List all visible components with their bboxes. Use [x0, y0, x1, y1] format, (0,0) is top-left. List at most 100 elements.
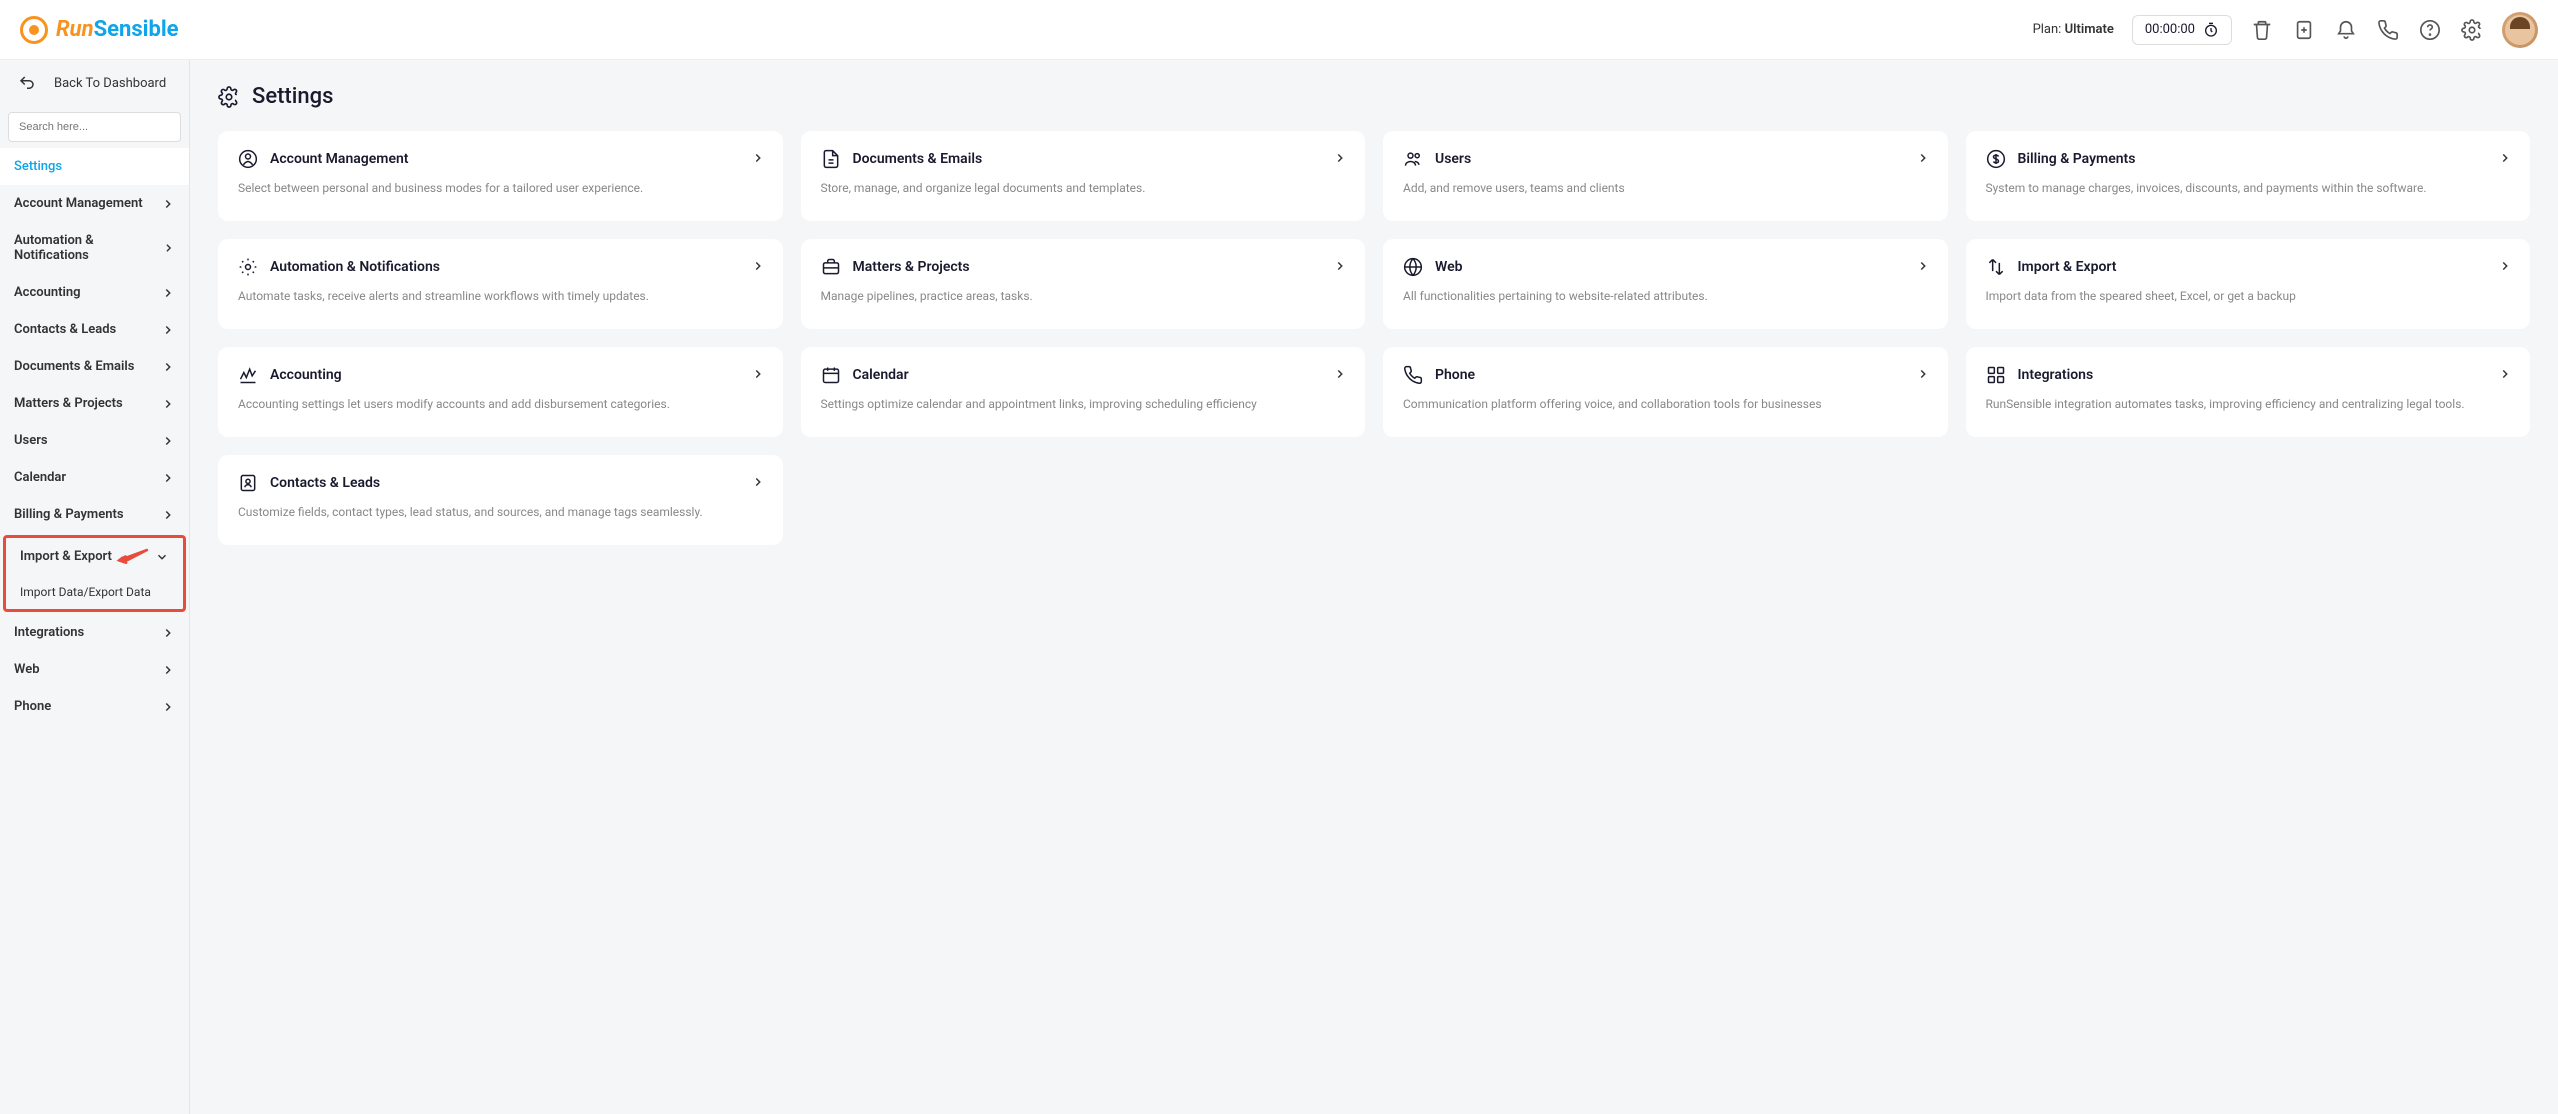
page-head: Settings [218, 84, 2530, 109]
card-web[interactable]: Web All functionalities pertaining to we… [1383, 239, 1948, 329]
chevron-right-icon [751, 151, 765, 165]
sidebar-item-web[interactable]: Web [0, 651, 189, 688]
chevron-right-icon [161, 434, 175, 448]
logo-text: RunSensible [56, 17, 179, 42]
card-title: Calendar [853, 367, 909, 383]
transfer-icon [1986, 257, 2006, 277]
sidebar-item-users[interactable]: Users [0, 422, 189, 459]
chevron-right-icon [161, 508, 175, 522]
card-title: Contacts & Leads [270, 475, 380, 491]
globe-icon [1403, 257, 1423, 277]
card-documents-emails[interactable]: Documents & Emails Store, manage, and or… [801, 131, 1366, 221]
sidebar-item-label: Account Management [14, 196, 143, 211]
logo[interactable]: RunSensible [20, 16, 179, 44]
notification-icon[interactable] [2334, 18, 2358, 42]
chevron-right-icon [162, 241, 175, 255]
card-head: Web [1403, 257, 1928, 277]
briefcase-icon [821, 257, 841, 277]
sidebar-item-label: Automation & Notifications [14, 233, 162, 263]
card-contacts-leads[interactable]: Contacts & Leads Customize fields, conta… [218, 455, 783, 545]
card-users[interactable]: Users Add, and remove users, teams and c… [1383, 131, 1948, 221]
sidebar-item-label: Phone [14, 699, 51, 714]
timer[interactable]: 00:00:00 [2132, 15, 2232, 45]
card-desc: Select between personal and business mod… [238, 179, 763, 197]
phone-header-icon[interactable] [2376, 18, 2400, 42]
sidebar-item-settings[interactable]: Settings [0, 148, 189, 185]
sidebar-item-matters[interactable]: Matters & Projects [0, 385, 189, 422]
chevron-right-icon [1916, 367, 1930, 381]
chevron-right-icon [161, 323, 175, 337]
annotation-highlight: Import & Export Import Data/Export Data [3, 535, 186, 612]
card-title: Import & Export [2018, 259, 2117, 275]
card-import-export[interactable]: Import & Export Import data from the spe… [1966, 239, 2531, 329]
sidebar-item-label: Matters & Projects [14, 396, 123, 411]
sidebar-item-account-management[interactable]: Account Management [0, 185, 189, 222]
sidebar-sub-import-data[interactable]: Import Data/Export Data [6, 575, 183, 609]
card-desc: Accounting settings let users modify acc… [238, 395, 763, 413]
back-label: Back To Dashboard [54, 76, 166, 91]
sidebar-item-automation[interactable]: Automation & Notifications [0, 222, 189, 274]
chevron-right-icon [1333, 367, 1347, 381]
integrations-icon [1986, 365, 2006, 385]
sidebar-sub-label: Import Data/Export Data [20, 585, 151, 599]
search-box [8, 112, 181, 142]
header-right: Plan: Ultimate 00:00:00 [2033, 12, 2538, 48]
chevron-right-icon [1916, 259, 1930, 273]
card-desc: Settings optimize calendar and appointme… [821, 395, 1346, 413]
card-head: Users [1403, 149, 1928, 169]
card-desc: Add, and remove users, teams and clients [1403, 179, 1928, 197]
sidebar-item-import-export[interactable]: Import & Export [6, 538, 183, 575]
sidebar-item-calendar[interactable]: Calendar [0, 459, 189, 496]
help-icon[interactable] [2418, 18, 2442, 42]
add-document-icon[interactable] [2292, 18, 2316, 42]
card-head: Integrations [1986, 365, 2511, 385]
chevron-right-icon [161, 360, 175, 374]
card-head: Automation & Notifications [238, 257, 763, 277]
avatar[interactable] [2502, 12, 2538, 48]
plan-value: Ultimate [2065, 22, 2114, 37]
sidebar-item-label: Contacts & Leads [14, 322, 116, 337]
sidebar-item-label: Calendar [14, 470, 66, 485]
card-billing-payments[interactable]: Billing & Payments System to manage char… [1966, 131, 2531, 221]
card-title: Billing & Payments [2018, 151, 2136, 167]
chevron-right-icon [1333, 151, 1347, 165]
card-desc: All functionalities pertaining to websit… [1403, 287, 1928, 305]
card-desc: Communication platform offering voice, a… [1403, 395, 1928, 413]
card-desc: RunSensible integration automates tasks,… [1986, 395, 2511, 413]
card-desc: Manage pipelines, practice areas, tasks. [821, 287, 1346, 305]
layout: Back To Dashboard Settings Account Manag… [0, 60, 2558, 1114]
search-input[interactable] [8, 112, 181, 142]
sidebar-item-documents[interactable]: Documents & Emails [0, 348, 189, 385]
card-calendar[interactable]: Calendar Settings optimize calendar and … [801, 347, 1366, 437]
sidebar-item-integrations[interactable]: Integrations [0, 614, 189, 651]
card-matters-projects[interactable]: Matters & Projects Manage pipelines, pra… [801, 239, 1366, 329]
sidebar-item-phone[interactable]: Phone [0, 688, 189, 725]
sidebar-item-accounting[interactable]: Accounting [0, 274, 189, 311]
sidebar-settings-label: Settings [14, 159, 62, 174]
sidebar-item-label: Import & Export [20, 549, 112, 564]
card-phone[interactable]: Phone Communication platform offering vo… [1383, 347, 1948, 437]
settings-header-icon[interactable] [2460, 18, 2484, 42]
card-account-management[interactable]: Account Management Select between person… [218, 131, 783, 221]
card-desc: System to manage charges, invoices, disc… [1986, 179, 2511, 197]
dollar-icon [1986, 149, 2006, 169]
page-title: Settings [252, 84, 333, 109]
card-desc: Automate tasks, receive alerts and strea… [238, 287, 763, 305]
trash-icon[interactable] [2250, 18, 2274, 42]
chevron-right-icon [751, 259, 765, 273]
chevron-right-icon [161, 197, 175, 211]
card-title: Integrations [2018, 367, 2094, 383]
sidebar-item-billing[interactable]: Billing & Payments [0, 496, 189, 533]
card-title: Users [1435, 151, 1471, 167]
card-desc: Customize fields, contact types, lead st… [238, 503, 763, 521]
card-title: Phone [1435, 367, 1475, 383]
card-accounting[interactable]: Accounting Accounting settings let users… [218, 347, 783, 437]
logo-icon [20, 16, 48, 44]
back-to-dashboard[interactable]: Back To Dashboard [0, 60, 189, 106]
user-circle-icon [238, 149, 258, 169]
chevron-down-icon [155, 550, 169, 564]
card-integrations[interactable]: Integrations RunSensible integration aut… [1966, 347, 2531, 437]
card-automation-notifications[interactable]: Automation & Notifications Automate task… [218, 239, 783, 329]
main-content: Settings Account Management Select betwe… [190, 60, 2558, 1114]
sidebar-item-contacts[interactable]: Contacts & Leads [0, 311, 189, 348]
